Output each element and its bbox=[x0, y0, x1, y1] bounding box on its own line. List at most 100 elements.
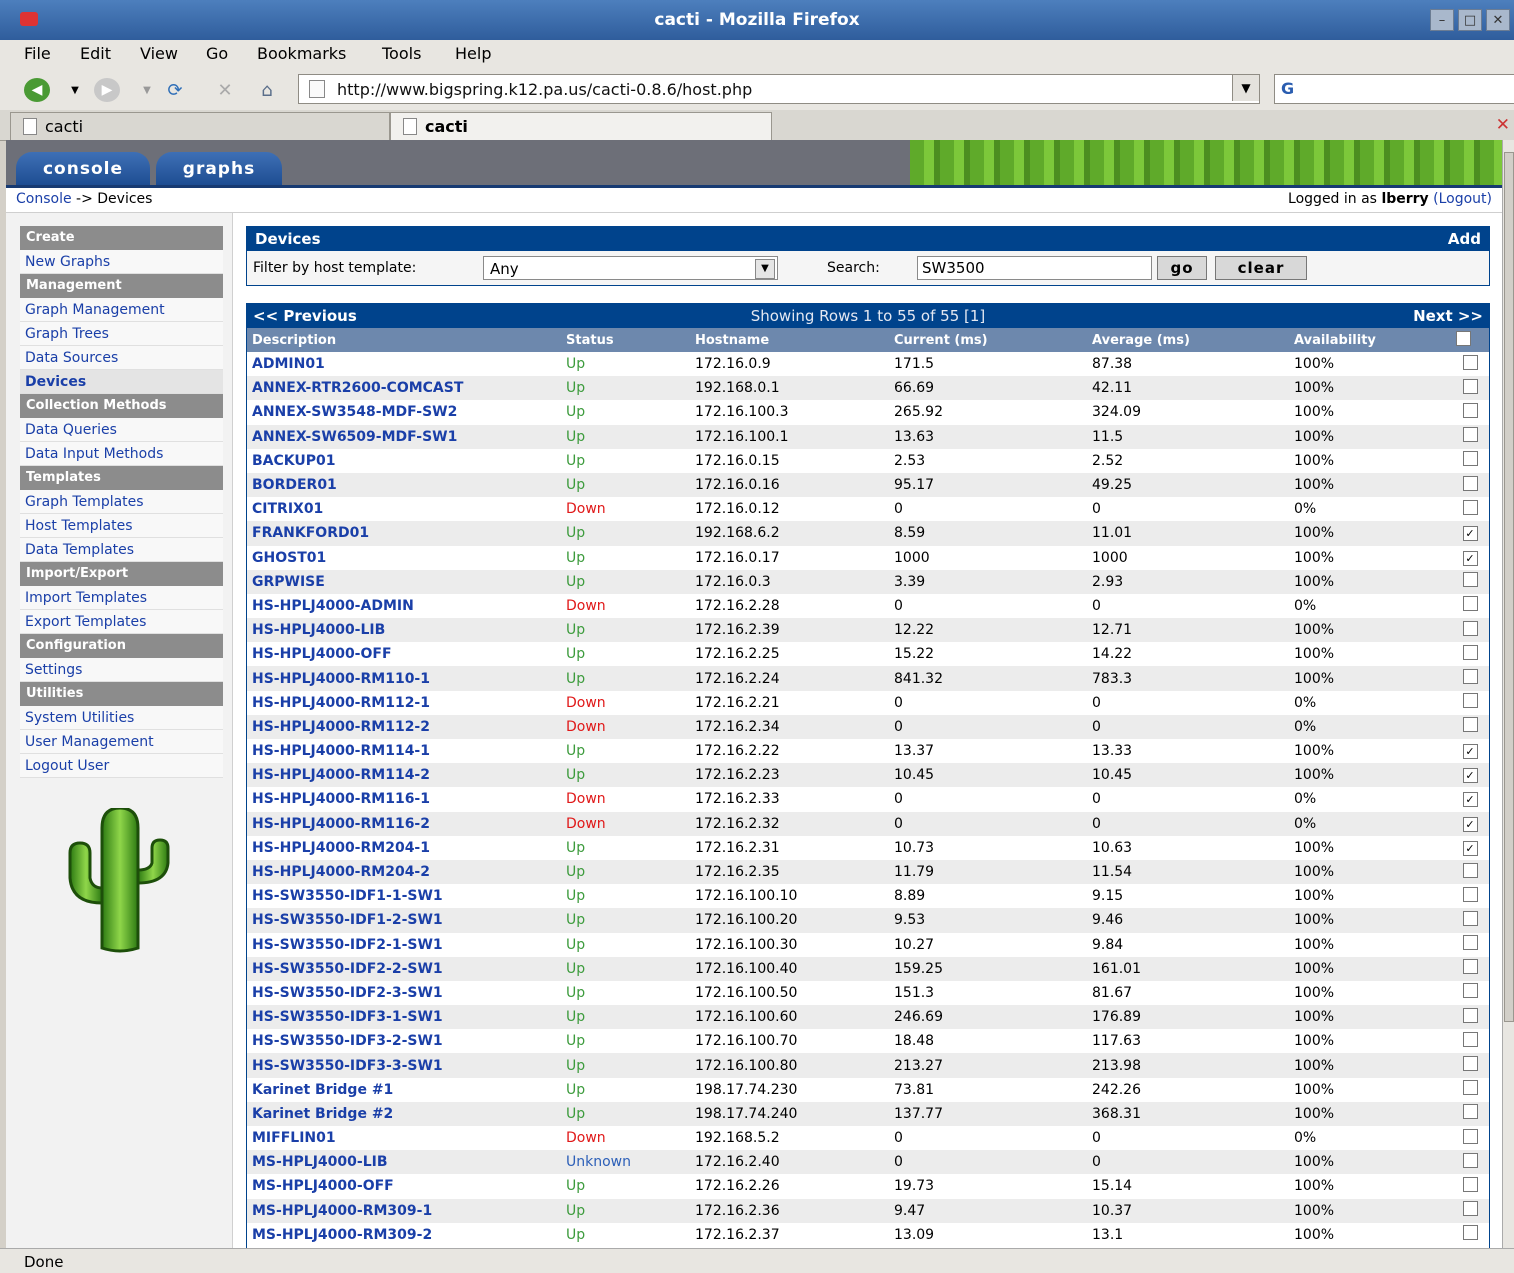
close-window-button[interactable]: ✕ bbox=[1486, 9, 1510, 31]
sidebar-item[interactable]: Data Sources bbox=[20, 346, 223, 370]
sidebar-item[interactable]: Data Input Methods bbox=[20, 442, 223, 466]
device-link[interactable]: GHOST01 bbox=[252, 550, 326, 566]
google-search-icon[interactable]: G bbox=[1281, 79, 1294, 98]
device-link[interactable]: HS-HPLJ4000-OFF bbox=[252, 646, 392, 662]
reload-icon[interactable]: ⟳ bbox=[162, 78, 188, 102]
url-bar[interactable]: http://www.bigspring.k12.pa.us/cacti-0.8… bbox=[298, 74, 1260, 104]
row-checkbox[interactable] bbox=[1462, 354, 1478, 370]
device-link[interactable]: HS-HPLJ4000-RM114-1 bbox=[252, 743, 430, 759]
menu-go[interactable]: Go bbox=[206, 44, 228, 63]
sidebar-item[interactable]: System Utilities bbox=[20, 706, 223, 730]
device-link[interactable]: MS-HPLJ4000-RM309-2 bbox=[252, 1227, 432, 1243]
device-link[interactable]: HS-HPLJ4000-RM112-1 bbox=[252, 695, 430, 711]
menu-bookmarks[interactable]: Bookmarks bbox=[257, 44, 346, 63]
row-checkbox[interactable] bbox=[1462, 910, 1478, 926]
row-checkbox[interactable]: ✓ bbox=[1462, 744, 1478, 760]
device-link[interactable]: HS-SW3550-IDF3-2-SW1 bbox=[252, 1033, 443, 1049]
sidebar-item[interactable]: Devices bbox=[20, 370, 223, 394]
device-link[interactable]: FRANKFORD01 bbox=[252, 525, 369, 541]
browser-tab-1[interactable]: cacti bbox=[10, 112, 390, 140]
row-checkbox[interactable] bbox=[1462, 1104, 1478, 1120]
url-text[interactable]: http://www.bigspring.k12.pa.us/cacti-0.8… bbox=[337, 80, 752, 99]
logout-link[interactable]: (Logout) bbox=[1433, 191, 1492, 207]
sidebar-item[interactable]: Data Queries bbox=[20, 418, 223, 442]
sidebar-item[interactable]: User Management bbox=[20, 730, 223, 754]
close-tab-icon[interactable]: ✕ bbox=[1496, 115, 1510, 135]
device-link[interactable]: HS-HPLJ4000-RM204-2 bbox=[252, 864, 430, 880]
row-checkbox[interactable] bbox=[1462, 886, 1478, 902]
menu-tools[interactable]: Tools bbox=[382, 44, 421, 63]
sidebar-item[interactable]: Graph Management bbox=[20, 298, 223, 322]
row-checkbox[interactable] bbox=[1462, 1080, 1478, 1096]
row-checkbox[interactable] bbox=[1462, 935, 1478, 951]
web-search-box[interactable]: G bbox=[1274, 74, 1514, 104]
row-checkbox[interactable]: ✓ bbox=[1462, 526, 1478, 542]
scrollbar-thumb[interactable] bbox=[1504, 152, 1514, 1022]
row-checkbox[interactable] bbox=[1462, 1152, 1478, 1168]
device-link[interactable]: GRPWISE bbox=[252, 574, 325, 590]
host-template-select[interactable]: Any ▼ bbox=[483, 256, 778, 280]
device-link[interactable]: MIFFLIN01 bbox=[252, 1130, 336, 1146]
row-checkbox[interactable] bbox=[1462, 378, 1478, 394]
row-checkbox[interactable]: ✓ bbox=[1462, 840, 1478, 856]
row-checkbox[interactable] bbox=[1462, 1201, 1478, 1217]
row-checkbox[interactable] bbox=[1462, 402, 1478, 418]
tab-console[interactable]: console bbox=[16, 152, 150, 185]
previous-page-link[interactable]: << Previous bbox=[253, 304, 357, 328]
row-checkbox[interactable] bbox=[1462, 959, 1478, 975]
home-icon[interactable]: ⌂ bbox=[254, 78, 280, 102]
row-checkbox[interactable]: ✓ bbox=[1462, 768, 1478, 784]
device-link[interactable]: MS-HPLJ4000-LIB bbox=[252, 1154, 388, 1170]
sidebar-item[interactable]: Import Templates bbox=[20, 586, 223, 610]
column-header-current[interactable]: Current (ms) bbox=[889, 328, 1087, 352]
column-header-average[interactable]: Average (ms) bbox=[1087, 328, 1289, 352]
next-page-link[interactable]: Next >> bbox=[1413, 304, 1483, 328]
add-device-link[interactable]: Add bbox=[1448, 227, 1481, 251]
row-checkbox[interactable] bbox=[1462, 1056, 1478, 1072]
device-link[interactable]: ADMIN01 bbox=[252, 356, 325, 372]
row-checkbox[interactable] bbox=[1462, 572, 1478, 588]
device-link[interactable]: MS-HPLJ4000-RM309-1 bbox=[252, 1203, 432, 1219]
device-link[interactable]: HS-SW3550-IDF2-1-SW1 bbox=[252, 937, 443, 953]
device-link[interactable]: HS-HPLJ4000-ADMIN bbox=[252, 598, 414, 614]
sidebar-item[interactable]: Graph Trees bbox=[20, 322, 223, 346]
forward-dropdown-icon[interactable]: ▼ bbox=[134, 78, 160, 102]
sidebar-item[interactable]: Settings bbox=[20, 658, 223, 682]
row-checkbox[interactable] bbox=[1462, 620, 1478, 636]
menu-help[interactable]: Help bbox=[455, 44, 491, 63]
browser-tab-2[interactable]: cacti bbox=[390, 112, 772, 140]
device-link[interactable]: HS-HPLJ4000-RM110-1 bbox=[252, 671, 430, 687]
device-link[interactable]: HS-HPLJ4000-RM114-2 bbox=[252, 767, 430, 783]
row-checkbox[interactable] bbox=[1462, 1176, 1478, 1192]
row-checkbox[interactable] bbox=[1462, 693, 1478, 709]
row-checkbox[interactable] bbox=[1462, 427, 1478, 443]
device-link[interactable]: HS-SW3550-IDF1-2-SW1 bbox=[252, 912, 443, 928]
row-checkbox[interactable] bbox=[1462, 1128, 1478, 1144]
menu-view[interactable]: View bbox=[140, 44, 178, 63]
device-link[interactable]: HS-HPLJ4000-RM116-2 bbox=[252, 816, 430, 832]
url-dropdown-icon[interactable]: ▼ bbox=[1232, 75, 1259, 101]
row-checkbox[interactable] bbox=[1462, 596, 1478, 612]
device-link[interactable]: HS-HPLJ4000-RM204-1 bbox=[252, 840, 430, 856]
menu-edit[interactable]: Edit bbox=[80, 44, 111, 63]
device-link[interactable]: HS-HPLJ4000-LIB bbox=[252, 622, 385, 638]
row-checkbox[interactable] bbox=[1462, 717, 1478, 733]
row-checkbox[interactable]: ✓ bbox=[1462, 792, 1478, 808]
column-header-hostname[interactable]: Hostname bbox=[690, 328, 889, 352]
row-checkbox[interactable] bbox=[1462, 1031, 1478, 1047]
row-checkbox[interactable] bbox=[1462, 983, 1478, 999]
sidebar-item[interactable]: Graph Templates bbox=[20, 490, 223, 514]
menu-file[interactable]: File bbox=[24, 44, 51, 63]
go-button[interactable]: go bbox=[1157, 256, 1207, 280]
device-link[interactable]: HS-SW3550-IDF2-2-SW1 bbox=[252, 961, 443, 977]
stop-icon[interactable]: ✕ bbox=[212, 78, 238, 102]
search-input[interactable]: SW3500 bbox=[917, 256, 1152, 280]
column-header-description[interactable]: Description bbox=[247, 328, 561, 352]
device-link[interactable]: HS-SW3550-IDF3-3-SW1 bbox=[252, 1058, 443, 1074]
row-checkbox[interactable] bbox=[1462, 499, 1478, 515]
device-link[interactable]: ANNEX-SW3548-MDF-SW2 bbox=[252, 404, 457, 420]
vertical-scrollbar[interactable] bbox=[1502, 140, 1514, 1248]
maximize-button[interactable]: □ bbox=[1458, 9, 1482, 31]
device-link[interactable]: Karinet Bridge #1 bbox=[252, 1082, 393, 1098]
device-link[interactable]: CITRIX01 bbox=[252, 501, 323, 517]
